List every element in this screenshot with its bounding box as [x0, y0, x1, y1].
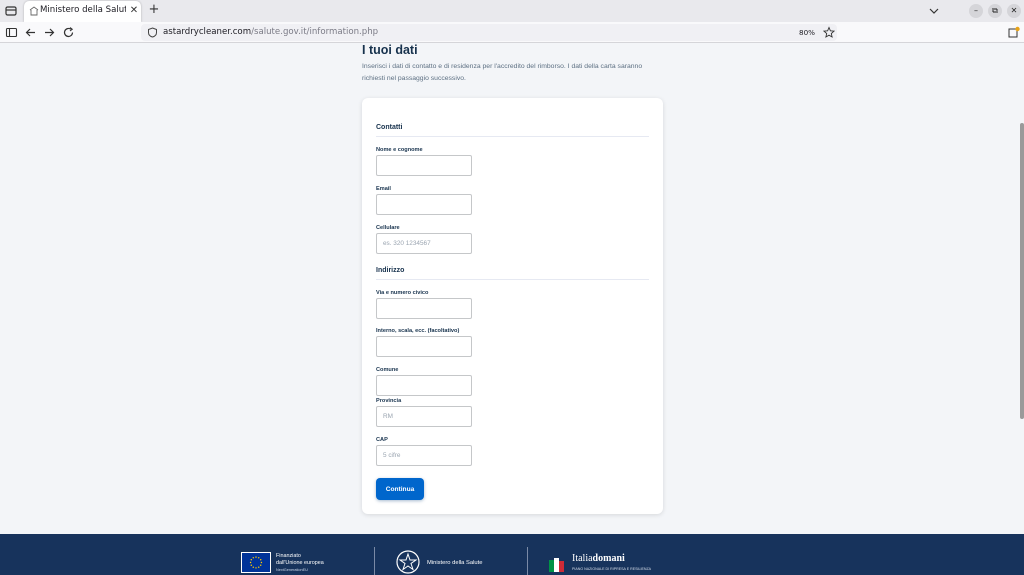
italia-word: Italia: [572, 553, 593, 564]
section-title-contacts: Contatti: [376, 124, 403, 131]
section-divider: [376, 279, 649, 280]
street-label: Via e numero civico: [376, 290, 429, 296]
email-label: Email: [376, 186, 391, 192]
eu-funding-text: Finanziato dall'Unione europea NextGener…: [276, 553, 324, 574]
name-label: Nome e cognome: [376, 147, 423, 153]
sidebar-toggle-icon[interactable]: [5, 26, 18, 39]
interior-label: Interno, scala, ecc. (facoltativo): [376, 328, 460, 334]
restore-button[interactable]: ⧉: [988, 4, 1002, 18]
tab-close-icon[interactable]: ✕: [129, 5, 139, 17]
address-bar[interactable]: astardrycleaner.com/salute.gov.it/inform…: [141, 24, 837, 41]
list-all-tabs-chevron-icon[interactable]: [928, 5, 940, 17]
tab-title: Ministero della Salute - Li: [40, 5, 126, 15]
url-host: astardrycleaner.com: [163, 27, 252, 37]
browser-nav-bar: astardrycleaner.com/salute.gov.it/inform…: [0, 22, 1024, 43]
province-label: Provincia: [376, 398, 402, 404]
section-divider: [376, 136, 649, 137]
zip-label: CAP: [376, 437, 388, 443]
zip-field[interactable]: [376, 445, 472, 466]
tab-favicon-icon: [29, 6, 39, 16]
italia-domani-logo-icon: [549, 558, 564, 572]
section-title-address: Indirizzo: [376, 267, 405, 274]
page-viewport: I tuoi dati Inserisci i dati di contatto…: [0, 43, 1024, 575]
italia-domani-wordmark: Italiadomani: [572, 553, 625, 564]
city-field[interactable]: [376, 375, 472, 396]
eu-line-2: dall'Unione europea: [276, 560, 324, 566]
city-label: Comune: [376, 367, 399, 373]
tracking-shield-icon[interactable]: [147, 27, 158, 38]
interior-field[interactable]: [376, 336, 472, 357]
footer-divider: [527, 547, 528, 575]
reload-icon[interactable]: [62, 26, 75, 39]
tab-list-icon[interactable]: [4, 4, 18, 18]
phone-label: Cellulare: [376, 225, 400, 231]
zoom-level-badge[interactable]: 80%: [796, 26, 818, 39]
page-intro: Inserisci i dati di contatto e di reside…: [362, 63, 643, 82]
email-field[interactable]: [376, 194, 472, 215]
domani-word: domani: [592, 553, 625, 564]
eu-flag-logo: [241, 552, 271, 573]
footer-divider: [374, 547, 375, 575]
extensions-icon[interactable]: [1008, 26, 1020, 39]
page-title: I tuoi dati: [362, 43, 418, 57]
form-card: Contatti Nome e cognome Email Cellulare …: [362, 98, 663, 514]
eu-line-3: NextGenerationEU: [276, 568, 308, 572]
url-path: /salute.gov.it/information.php: [251, 27, 379, 37]
name-field[interactable]: [376, 155, 472, 176]
site-footer: Finanziato dall'Unione europea NextGener…: [0, 534, 1024, 575]
new-tab-button[interactable]: +: [148, 3, 160, 17]
continue-button[interactable]: Continua: [376, 478, 424, 500]
street-field[interactable]: [376, 298, 472, 319]
back-arrow-icon[interactable]: [24, 26, 37, 39]
browser-tab[interactable]: Ministero della Salute - Li ✕: [24, 1, 141, 22]
eu-line-1: Finanziato: [276, 553, 301, 559]
italian-republic-emblem-icon: [396, 550, 420, 574]
phone-field[interactable]: [376, 233, 472, 254]
url-text[interactable]: astardrycleaner.com/salute.gov.it/inform…: [163, 26, 378, 39]
forward-arrow-icon[interactable]: [43, 26, 56, 39]
ministry-name: Ministero della Salute: [427, 560, 483, 566]
browser-tab-bar: Ministero della Salute - Li ✕ + – ⧉ ✕: [0, 0, 1024, 22]
page-scrollbar[interactable]: [1020, 123, 1024, 419]
bookmark-star-icon[interactable]: [823, 26, 835, 39]
province-field[interactable]: [376, 406, 472, 427]
minimize-button[interactable]: –: [969, 4, 983, 18]
close-window-button[interactable]: ✕: [1007, 4, 1021, 18]
pnrr-subtitle: PIANO NAZIONALE DI RIPRESA E RESILIENZA: [572, 567, 652, 571]
